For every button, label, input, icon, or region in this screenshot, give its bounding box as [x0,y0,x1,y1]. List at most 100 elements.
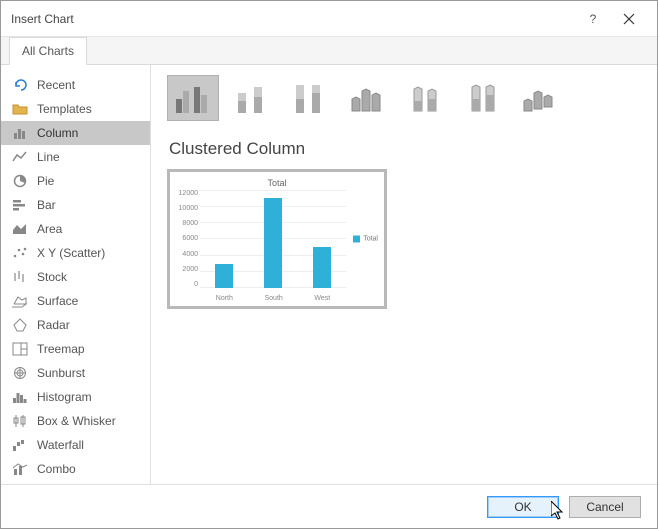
subtype-stacked-column[interactable] [225,75,277,121]
sidebar-item-label: X Y (Scatter) [37,246,105,260]
y-tick-label: 6000 [174,235,198,242]
pie-icon [11,173,29,189]
y-tick-label: 4000 [174,251,198,258]
sidebar-item-sunburst[interactable]: Sunburst [1,361,150,385]
box-whisker-icon [11,413,29,429]
sidebar-item-label: Sunburst [37,366,85,380]
tabbar: All Charts [1,37,657,65]
sidebar-item-stock[interactable]: Stock [1,265,150,289]
x-tick-label: South [264,295,282,302]
sidebar-item-templates[interactable]: Templates [1,97,150,121]
column-icon [11,125,29,141]
chart-x-axis-labels: North South West [200,295,346,302]
combo-icon [11,461,29,477]
chart-subtype-row [167,75,641,121]
sidebar-item-x-y-scatter-[interactable]: X Y (Scatter) [1,241,150,265]
folder-icon [11,101,29,117]
sunburst-icon [11,365,29,381]
sidebar-item-label: Recent [37,78,75,92]
y-tick-label: 10000 [174,205,198,212]
sidebar-item-box-whisker[interactable]: Box & Whisker [1,409,150,433]
clustered-column-icon [172,81,214,115]
sidebar-item-label: Bar [37,198,56,212]
dialog-title: Insert Chart [11,12,575,26]
chart-bar [313,247,331,288]
sidebar-item-treemap[interactable]: Treemap [1,337,150,361]
surface-icon [11,293,29,309]
tab-all-charts[interactable]: All Charts [9,37,87,65]
x-tick-label: North [216,295,233,302]
chart-bar [215,264,233,289]
chart-subtype-title: Clustered Column [169,139,641,159]
undo-icon [11,77,29,93]
stacked-column-icon [230,81,272,115]
sidebar-item-recent[interactable]: Recent [1,73,150,97]
y-tick-label: 8000 [174,220,198,227]
chart-preview[interactable]: Total 12000 10000 8000 6000 4000 2000 0 North S… [167,169,387,309]
subtype-3d-stacked-column[interactable] [399,75,451,121]
chart-legend: Total [353,236,378,243]
chart-main-pane: Clustered Column Total 12000 10000 8000 600… [151,65,657,484]
radar-icon [11,317,29,333]
subtype-100-stacked-column[interactable] [283,75,335,121]
chart-bar [264,198,282,288]
subtype-clustered-column[interactable] [167,75,219,121]
subtype-3d-clustered-column[interactable] [341,75,393,121]
y-tick-label: 12000 [174,190,198,197]
treemap-icon [11,341,29,357]
sidebar-item-label: Surface [37,294,78,308]
sidebar-item-line[interactable]: Line [1,145,150,169]
bar-icon [11,197,29,213]
sidebar-item-label: Stock [37,270,67,284]
area-icon [11,221,29,237]
sidebar-item-column[interactable]: Column [1,121,150,145]
legend-label: Total [363,236,378,243]
sidebar-item-label: Pie [37,174,54,188]
legend-swatch-icon [353,236,360,243]
sidebar-item-label: Area [37,222,62,236]
sidebar-item-pie[interactable]: Pie [1,169,150,193]
sidebar-item-radar[interactable]: Radar [1,313,150,337]
sidebar-item-surface[interactable]: Surface [1,289,150,313]
dialog-body: Recent Templates Column Line Pie Bar Area X Y (… [1,65,657,484]
3d-stacked-column-icon [404,81,446,115]
stock-icon [11,269,29,285]
subtype-3d-column[interactable] [515,75,567,121]
line-icon [11,149,29,165]
insert-chart-dialog: Insert Chart ? All Charts Recent Template… [0,0,658,529]
titlebar: Insert Chart ? [1,1,657,37]
sidebar-item-label: Histogram [37,390,92,404]
sidebar-item-label: Waterfall [37,438,84,452]
chart-y-axis-labels: 12000 10000 8000 6000 4000 2000 0 [174,190,198,288]
sidebar-item-label: Line [37,150,60,164]
close-button[interactable] [611,1,647,37]
sidebar-item-waterfall[interactable]: Waterfall [1,433,150,457]
sidebar-item-label: Column [37,126,78,140]
chart-preview-title: Total [174,178,380,188]
sidebar-item-label: Combo [37,462,76,476]
scatter-icon [11,245,29,261]
sidebar-item-area[interactable]: Area [1,217,150,241]
ok-button[interactable]: OK [487,496,559,518]
waterfall-icon [11,437,29,453]
sidebar-item-label: Radar [37,318,70,332]
3d-clustered-column-icon [346,81,388,115]
100-stacked-column-icon [288,81,330,115]
help-button[interactable]: ? [575,1,611,37]
close-icon [623,13,635,25]
3d-column-icon [520,81,562,115]
sidebar-item-label: Box & Whisker [37,414,116,428]
sidebar-item-label: Templates [37,102,92,116]
sidebar-item-label: Treemap [37,342,85,356]
y-tick-label: 0 [174,281,198,288]
3d-100-stacked-column-icon [462,81,504,115]
subtype-3d-100-stacked-column[interactable] [457,75,509,121]
sidebar-item-bar[interactable]: Bar [1,193,150,217]
x-tick-label: West [314,295,330,302]
sidebar-item-combo[interactable]: Combo [1,457,150,481]
chart-type-sidebar: Recent Templates Column Line Pie Bar Area X Y (… [1,65,151,484]
sidebar-item-histogram[interactable]: Histogram [1,385,150,409]
cancel-button[interactable]: Cancel [569,496,641,518]
y-tick-label: 2000 [174,266,198,273]
chart-plot-area [200,190,346,288]
